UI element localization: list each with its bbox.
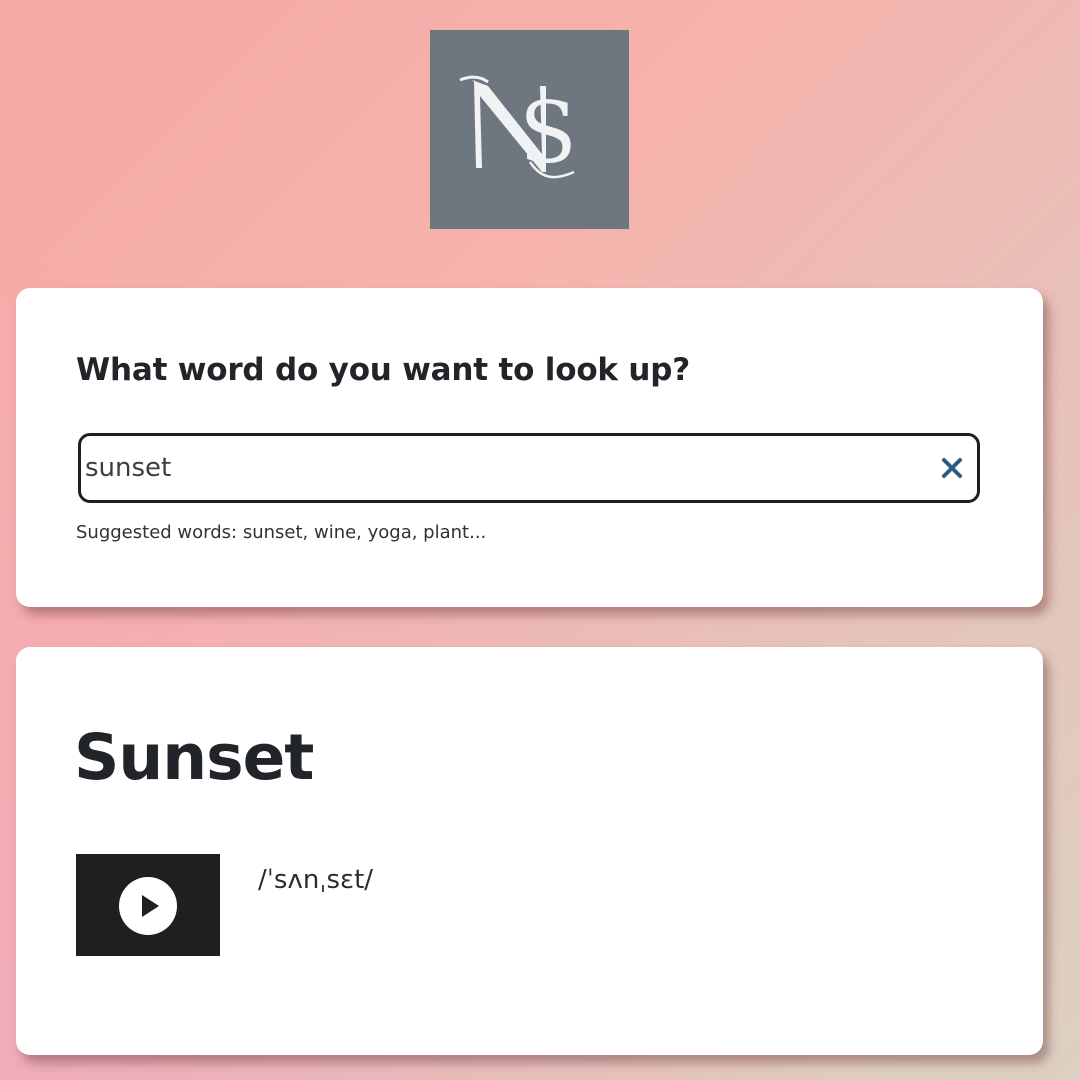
play-icon [119, 877, 177, 935]
close-icon [942, 458, 962, 478]
site-logo[interactable]: S [430, 30, 629, 229]
play-button[interactable] [118, 876, 178, 936]
search-box[interactable] [78, 433, 980, 503]
search-prompt-heading: What word do you want to look up? [76, 352, 691, 388]
search-card: What word do you want to look up? Sugges… [16, 288, 1043, 607]
ns-monogram-icon: S [459, 75, 577, 182]
pronunciation-audio-player[interactable] [76, 854, 220, 956]
search-input[interactable] [85, 444, 915, 492]
clear-search-button[interactable] [937, 453, 967, 483]
phonetic-transcription: /ˈsʌnˌsɛt/ [258, 865, 374, 895]
word-title: Sunset [74, 721, 314, 794]
result-card: Sunset /ˈsʌnˌsɛt/ [16, 647, 1043, 1055]
svg-text:S: S [519, 84, 577, 182]
suggested-words-hint: Suggested words: sunset, wine, yoga, pla… [76, 522, 487, 543]
